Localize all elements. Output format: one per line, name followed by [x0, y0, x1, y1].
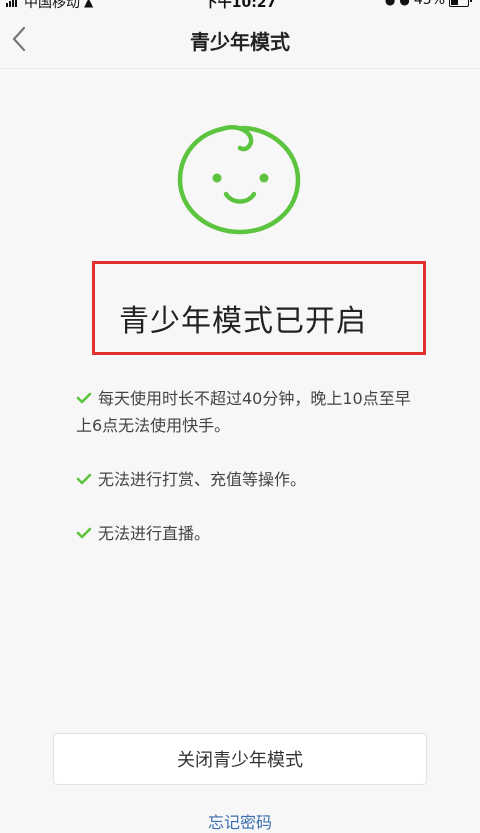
- wifi-icon: ▲: [84, 0, 94, 9]
- status-right: ● ● 45%: [385, 0, 472, 8]
- signal-icon: [6, 0, 20, 9]
- close-youth-mode-button[interactable]: 关闭青少年模式: [53, 733, 427, 785]
- navigation-bar: 青少年模式: [0, 10, 480, 69]
- chevron-left-icon: [12, 26, 26, 52]
- forgot-password-link[interactable]: 忘记密码: [208, 809, 272, 833]
- battery-icon: [449, 0, 469, 7]
- battery-percent: 45%: [413, 0, 445, 8]
- mode-status-text: 青少年模式已开启: [119, 304, 367, 339]
- rule-item-no-payment: 无法进行打赏、充值等操作。: [76, 466, 416, 493]
- page-title: 青少年模式: [190, 30, 290, 54]
- alarm-icon: ●: [399, 0, 410, 7]
- rule-item-no-live: 无法进行直播。: [76, 520, 416, 547]
- check-icon: [76, 473, 92, 485]
- back-button[interactable]: [6, 22, 36, 56]
- status-bar: 中国移动 ▲ 下午10:27 ● ● 45%: [0, 0, 480, 11]
- check-icon: [76, 392, 92, 404]
- baby-face-icon: [177, 125, 301, 235]
- rule-text: 无法进行直播。: [98, 524, 211, 543]
- lock-rotation-icon: ●: [384, 0, 396, 7]
- rule-item-time-limit: 每天使用时长不超过40分钟，晚上10点至早上6点无法使用快手。: [76, 385, 416, 439]
- check-icon: [76, 527, 92, 539]
- rule-text: 每天使用时长不超过40分钟，晚上10点至早上6点无法使用快手。: [76, 389, 411, 435]
- rule-text: 无法进行打赏、充值等操作。: [98, 470, 307, 489]
